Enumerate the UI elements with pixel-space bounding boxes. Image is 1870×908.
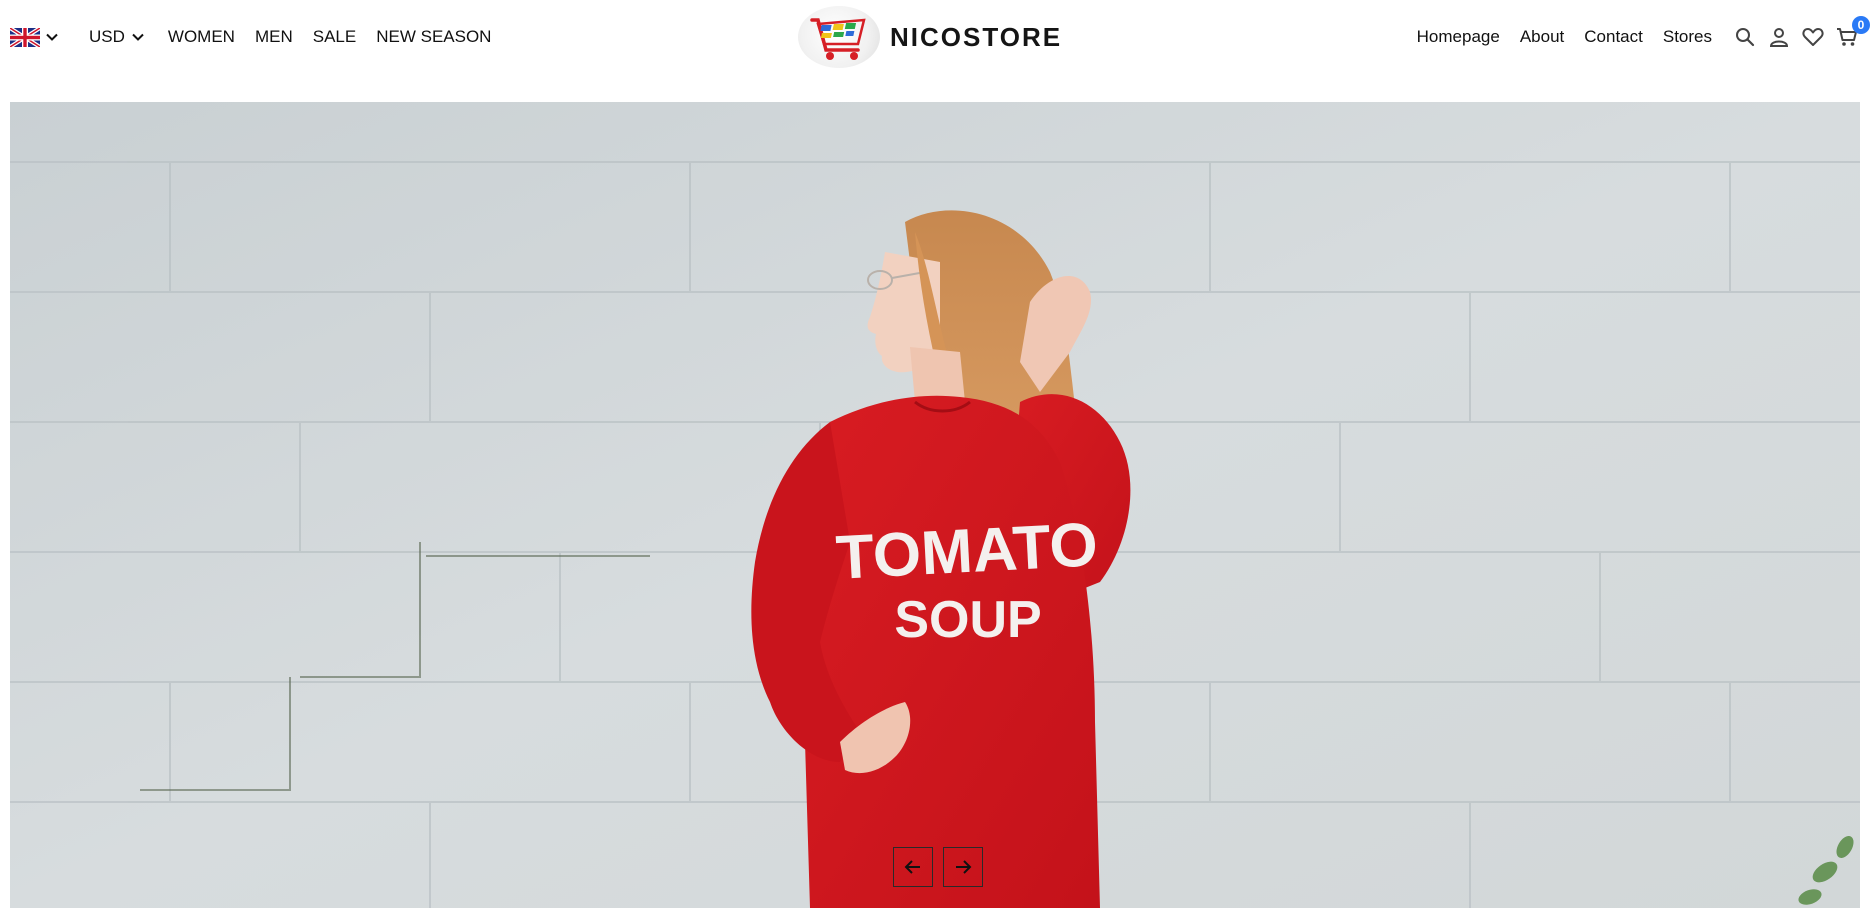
nav-link-sale[interactable]: SALE <box>313 27 356 47</box>
top-navbar: USD WOMEN MEN SALE NEW SEASON NICOSTORE … <box>0 0 1870 76</box>
category-nav: WOMEN MEN SALE NEW SEASON <box>168 27 492 47</box>
chevron-down-icon <box>132 33 144 41</box>
nav-link-new-season[interactable]: NEW SEASON <box>376 27 491 47</box>
chevron-down-icon <box>46 33 58 41</box>
hero-slider: TOMATO SOUP <box>10 102 1860 908</box>
uk-flag-icon <box>10 27 40 47</box>
arrow-left-icon <box>904 860 920 874</box>
shirt-print-line2: SOUP <box>894 591 1041 649</box>
user-icon <box>1769 28 1789 47</box>
wishlist-button[interactable] <box>1802 26 1824 48</box>
brand-logo-link[interactable]: NICOSTORE <box>798 6 1062 68</box>
slider-prev-button[interactable] <box>893 847 933 887</box>
nav-link-contact[interactable]: Contact <box>1584 27 1643 47</box>
nav-link-homepage[interactable]: Homepage <box>1417 27 1500 47</box>
slider-controls <box>893 847 983 887</box>
brand-name: NICOSTORE <box>890 21 1063 52</box>
nav-left-group: USD WOMEN MEN SALE NEW SEASON <box>10 22 491 52</box>
account-button[interactable] <box>1768 26 1790 48</box>
shirt-print-line1: TOMATO <box>834 510 1099 593</box>
nav-link-about[interactable]: About <box>1520 27 1564 47</box>
language-selector[interactable] <box>10 27 59 47</box>
page-nav: Homepage About Contact Stores <box>1417 27 1712 47</box>
currency-label: USD <box>89 27 125 46</box>
header-icons: 0 <box>1734 16 1870 48</box>
search-icon <box>1736 28 1755 47</box>
heart-icon <box>1802 28 1824 46</box>
slider-next-button[interactable] <box>943 847 983 887</box>
cart-button[interactable]: 0 <box>1836 16 1870 48</box>
nav-link-women[interactable]: WOMEN <box>168 27 235 47</box>
hero-image: TOMATO SOUP <box>10 102 1860 908</box>
search-button[interactable] <box>1734 26 1756 48</box>
nav-link-stores[interactable]: Stores <box>1663 27 1712 47</box>
cart-count-badge: 0 <box>1852 16 1870 34</box>
nav-right-group: Homepage About Contact Stores 0 <box>1417 16 1870 52</box>
shopping-cart-logo-icon <box>798 6 880 68</box>
arrow-right-icon <box>956 860 972 874</box>
nav-link-men[interactable]: MEN <box>255 27 293 47</box>
currency-selector[interactable]: USD <box>89 27 145 47</box>
